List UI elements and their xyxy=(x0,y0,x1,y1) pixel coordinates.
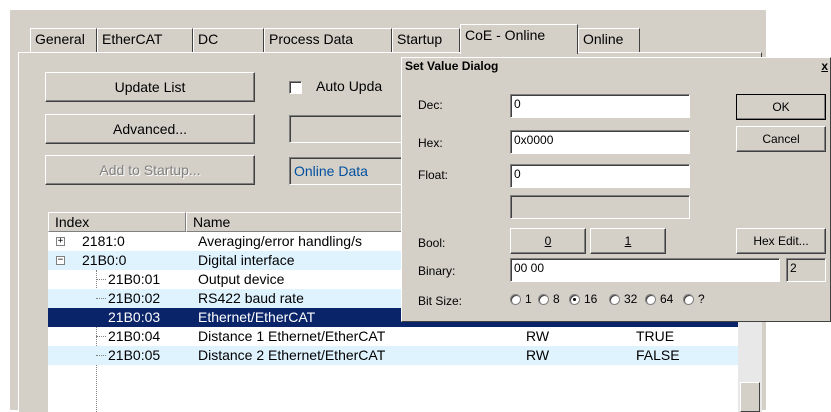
bitsize-option-label: 16 xyxy=(584,292,598,306)
extra-field xyxy=(510,195,690,219)
dialog-title-bar[interactable]: Set Value Dialog x xyxy=(402,58,830,76)
row-index: 21B0:03 xyxy=(108,309,161,325)
tree-line xyxy=(96,355,106,356)
row-index: 21B0:01 xyxy=(108,271,161,287)
auto-update-checkbox[interactable] xyxy=(289,81,302,94)
hex-edit-button[interactable]: Hex Edit... xyxy=(736,228,826,254)
bitsize-option-label: 8 xyxy=(553,292,560,306)
table-row[interactable]: 21B0:05 Distance 2 Ethernet/EtherCAT RW … xyxy=(48,346,738,365)
row-index: 21B0:04 xyxy=(108,328,161,344)
filter-field[interactable] xyxy=(289,115,404,143)
online-data-label: Online Data xyxy=(294,163,368,179)
scrollbar-thumb[interactable] xyxy=(740,382,760,412)
bitsize-radio-8[interactable] xyxy=(538,294,549,305)
row-name: Distance 1 Ethernet/EtherCAT xyxy=(198,328,386,344)
table-row[interactable]: 21B0:04 Distance 1 Ethernet/EtherCAT RW … xyxy=(48,327,738,346)
update-list-button[interactable]: Update List xyxy=(45,72,255,102)
row-flags: RW xyxy=(526,347,550,363)
row-flags: RW xyxy=(526,328,550,344)
row-index: 2181:0 xyxy=(82,233,125,249)
expand-icon[interactable]: + xyxy=(56,237,65,246)
auto-update-label: Auto Upda xyxy=(316,78,383,94)
dec-label: Dec: xyxy=(418,98,443,112)
row-index: 21B0:0 xyxy=(82,252,127,268)
cancel-button[interactable]: Cancel xyxy=(736,126,826,152)
binary-length-field: 2 xyxy=(786,258,826,282)
bool-0-button[interactable]: 0 xyxy=(510,228,586,254)
dialog-title: Set Value Dialog xyxy=(405,59,499,73)
row-name: Distance 2 Ethernet/EtherCAT xyxy=(198,347,386,363)
row-index: 21B0:05 xyxy=(108,347,161,363)
tree-line xyxy=(96,298,106,299)
bitsize-option-label: 64 xyxy=(660,292,674,306)
row-name: Digital interface xyxy=(198,252,295,268)
close-icon[interactable]: x xyxy=(821,59,828,73)
tab-ethercat[interactable]: EtherCAT xyxy=(97,28,193,52)
binary-field[interactable]: 00 00 xyxy=(510,258,780,282)
tab-startup[interactable]: Startup xyxy=(392,28,460,52)
bitsize-radio-32[interactable] xyxy=(609,294,620,305)
tab-online[interactable]: Online xyxy=(578,28,640,52)
tree-line xyxy=(96,336,106,337)
bitsize-option-label: 1 xyxy=(525,292,532,306)
bit-size-label: Bit Size: xyxy=(418,294,463,308)
tree-line xyxy=(96,279,106,280)
float-label: Float: xyxy=(418,168,449,182)
row-value: TRUE xyxy=(636,328,675,344)
row-value: FALSE xyxy=(636,347,680,363)
bitsize-radio-64[interactable] xyxy=(645,294,656,305)
row-name: Averaging/error handling/s xyxy=(198,233,362,249)
bitsize-radio-unknown[interactable] xyxy=(683,294,694,305)
tab-dc[interactable]: DC xyxy=(193,28,264,52)
bitsize-option-label: ? xyxy=(698,292,705,306)
dec-field[interactable]: 0 xyxy=(510,94,690,118)
row-name: Ethernet/EtherCAT xyxy=(198,309,316,325)
hex-field[interactable]: 0x0000 xyxy=(510,130,690,154)
hex-label: Hex: xyxy=(418,136,443,150)
set-value-dialog: Set Value Dialog x Dec: 0 Hex: 0x0000 Fl… xyxy=(401,57,831,322)
column-header-index[interactable]: Index xyxy=(48,212,186,232)
tab-general[interactable]: General xyxy=(30,28,97,52)
bool-label: Bool: xyxy=(418,236,446,250)
advanced-button[interactable]: Advanced... xyxy=(45,114,255,144)
bitsize-radio-1[interactable] xyxy=(510,294,521,305)
tab-coe-online[interactable]: CoE - Online xyxy=(460,24,578,54)
add-to-startup-button[interactable]: Add to Startup... xyxy=(45,155,255,185)
row-name: RS422 baud rate xyxy=(198,290,304,306)
float-field[interactable]: 0 xyxy=(510,164,690,188)
bitsize-radio-16[interactable] xyxy=(569,294,580,305)
bool-1-button[interactable]: 1 xyxy=(590,228,666,254)
row-index: 21B0:02 xyxy=(108,290,161,306)
bitsize-option-label: 32 xyxy=(624,292,638,306)
row-name: Output device xyxy=(198,271,285,287)
binary-label: Binary: xyxy=(418,264,456,278)
collapse-icon[interactable]: − xyxy=(56,256,65,265)
tab-process-data[interactable]: Process Data xyxy=(264,28,392,52)
ok-button[interactable]: OK xyxy=(736,94,826,120)
